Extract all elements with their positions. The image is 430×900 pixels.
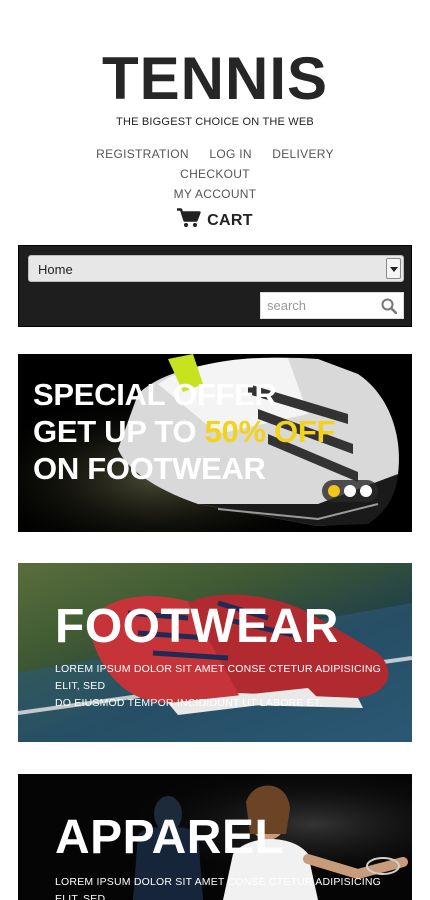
offer-headline: SPECIAL OFFER GET UP TO 50% OFF ON FOOTW… bbox=[33, 376, 335, 487]
nav-checkout[interactable]: CHECKOUT bbox=[180, 167, 250, 181]
cart-label: CART bbox=[207, 211, 253, 229]
footwear-desc-line-3: DO EIUSMOD TEMPOR INCIDIDUNT UT LABORE E… bbox=[55, 697, 323, 709]
apparel-desc-line-1: LOREM IPSUM DOLOR SIT AMET CONSE CTETUR … bbox=[55, 876, 382, 888]
nav-my-account[interactable]: MY ACCOUNT bbox=[174, 187, 257, 201]
footwear-desc-line-1: LOREM IPSUM DOLOR SIT AMET CONSE CTETUR … bbox=[55, 663, 382, 675]
site-logo[interactable]: TENNIS bbox=[0, 46, 430, 112]
search-panel: Home bbox=[18, 245, 412, 327]
slider-pagination bbox=[322, 480, 378, 502]
footwear-description: LOREM IPSUM DOLOR SIT AMET CONSE CTETUR … bbox=[55, 661, 385, 712]
search-icon[interactable] bbox=[381, 298, 398, 315]
nav-delivery[interactable]: DELIVERY bbox=[272, 147, 334, 161]
offer-line-2-prefix: GET UP TO bbox=[33, 414, 205, 449]
slider-dot-1[interactable] bbox=[328, 485, 340, 497]
cart-icon bbox=[177, 208, 201, 233]
chevron-down-icon[interactable] bbox=[386, 258, 401, 279]
slider-dot-3[interactable] bbox=[360, 485, 372, 497]
apparel-banner[interactable]: APPAREL LOREM IPSUM DOLOR SIT AMET CONSE… bbox=[18, 774, 412, 900]
nav-registration[interactable]: REGISTRATION bbox=[96, 147, 189, 161]
special-offer-banner[interactable]: SPECIAL OFFER GET UP TO 50% OFF ON FOOTW… bbox=[18, 354, 412, 532]
search-input[interactable] bbox=[261, 293, 379, 318]
top-nav: REGISTRATION LOG IN DELIVERY CHECKOUT MY… bbox=[60, 144, 370, 204]
cart-link[interactable]: CART bbox=[177, 208, 253, 233]
nav-log-in[interactable]: LOG IN bbox=[209, 147, 251, 161]
slider-dot-2[interactable] bbox=[344, 485, 356, 497]
footwear-title: FOOTWEAR bbox=[55, 600, 339, 653]
apparel-desc-line-2: ELIT, SED bbox=[55, 893, 106, 900]
footwear-desc-line-2: ELIT, SED bbox=[55, 680, 106, 692]
cart-link-wrapper: CART bbox=[0, 208, 430, 233]
offer-line-2: GET UP TO 50% OFF bbox=[33, 413, 335, 450]
apparel-title: APPAREL bbox=[55, 811, 285, 864]
category-select-value: Home bbox=[38, 262, 73, 277]
offer-discount: 50% OFF bbox=[204, 414, 336, 449]
apparel-description: LOREM IPSUM DOLOR SIT AMET CONSE CTETUR … bbox=[55, 874, 385, 900]
footwear-banner[interactable]: FOOTWEAR LOREM IPSUM DOLOR SIT AMET CONS… bbox=[18, 563, 412, 742]
offer-line-1: SPECIAL OFFER bbox=[33, 377, 277, 412]
category-select[interactable]: Home bbox=[28, 255, 404, 282]
site-tagline: THE BIGGEST CHOICE ON THE WEB bbox=[116, 116, 314, 128]
search-box bbox=[260, 292, 404, 319]
offer-line-3: ON FOOTWEAR bbox=[33, 451, 266, 486]
